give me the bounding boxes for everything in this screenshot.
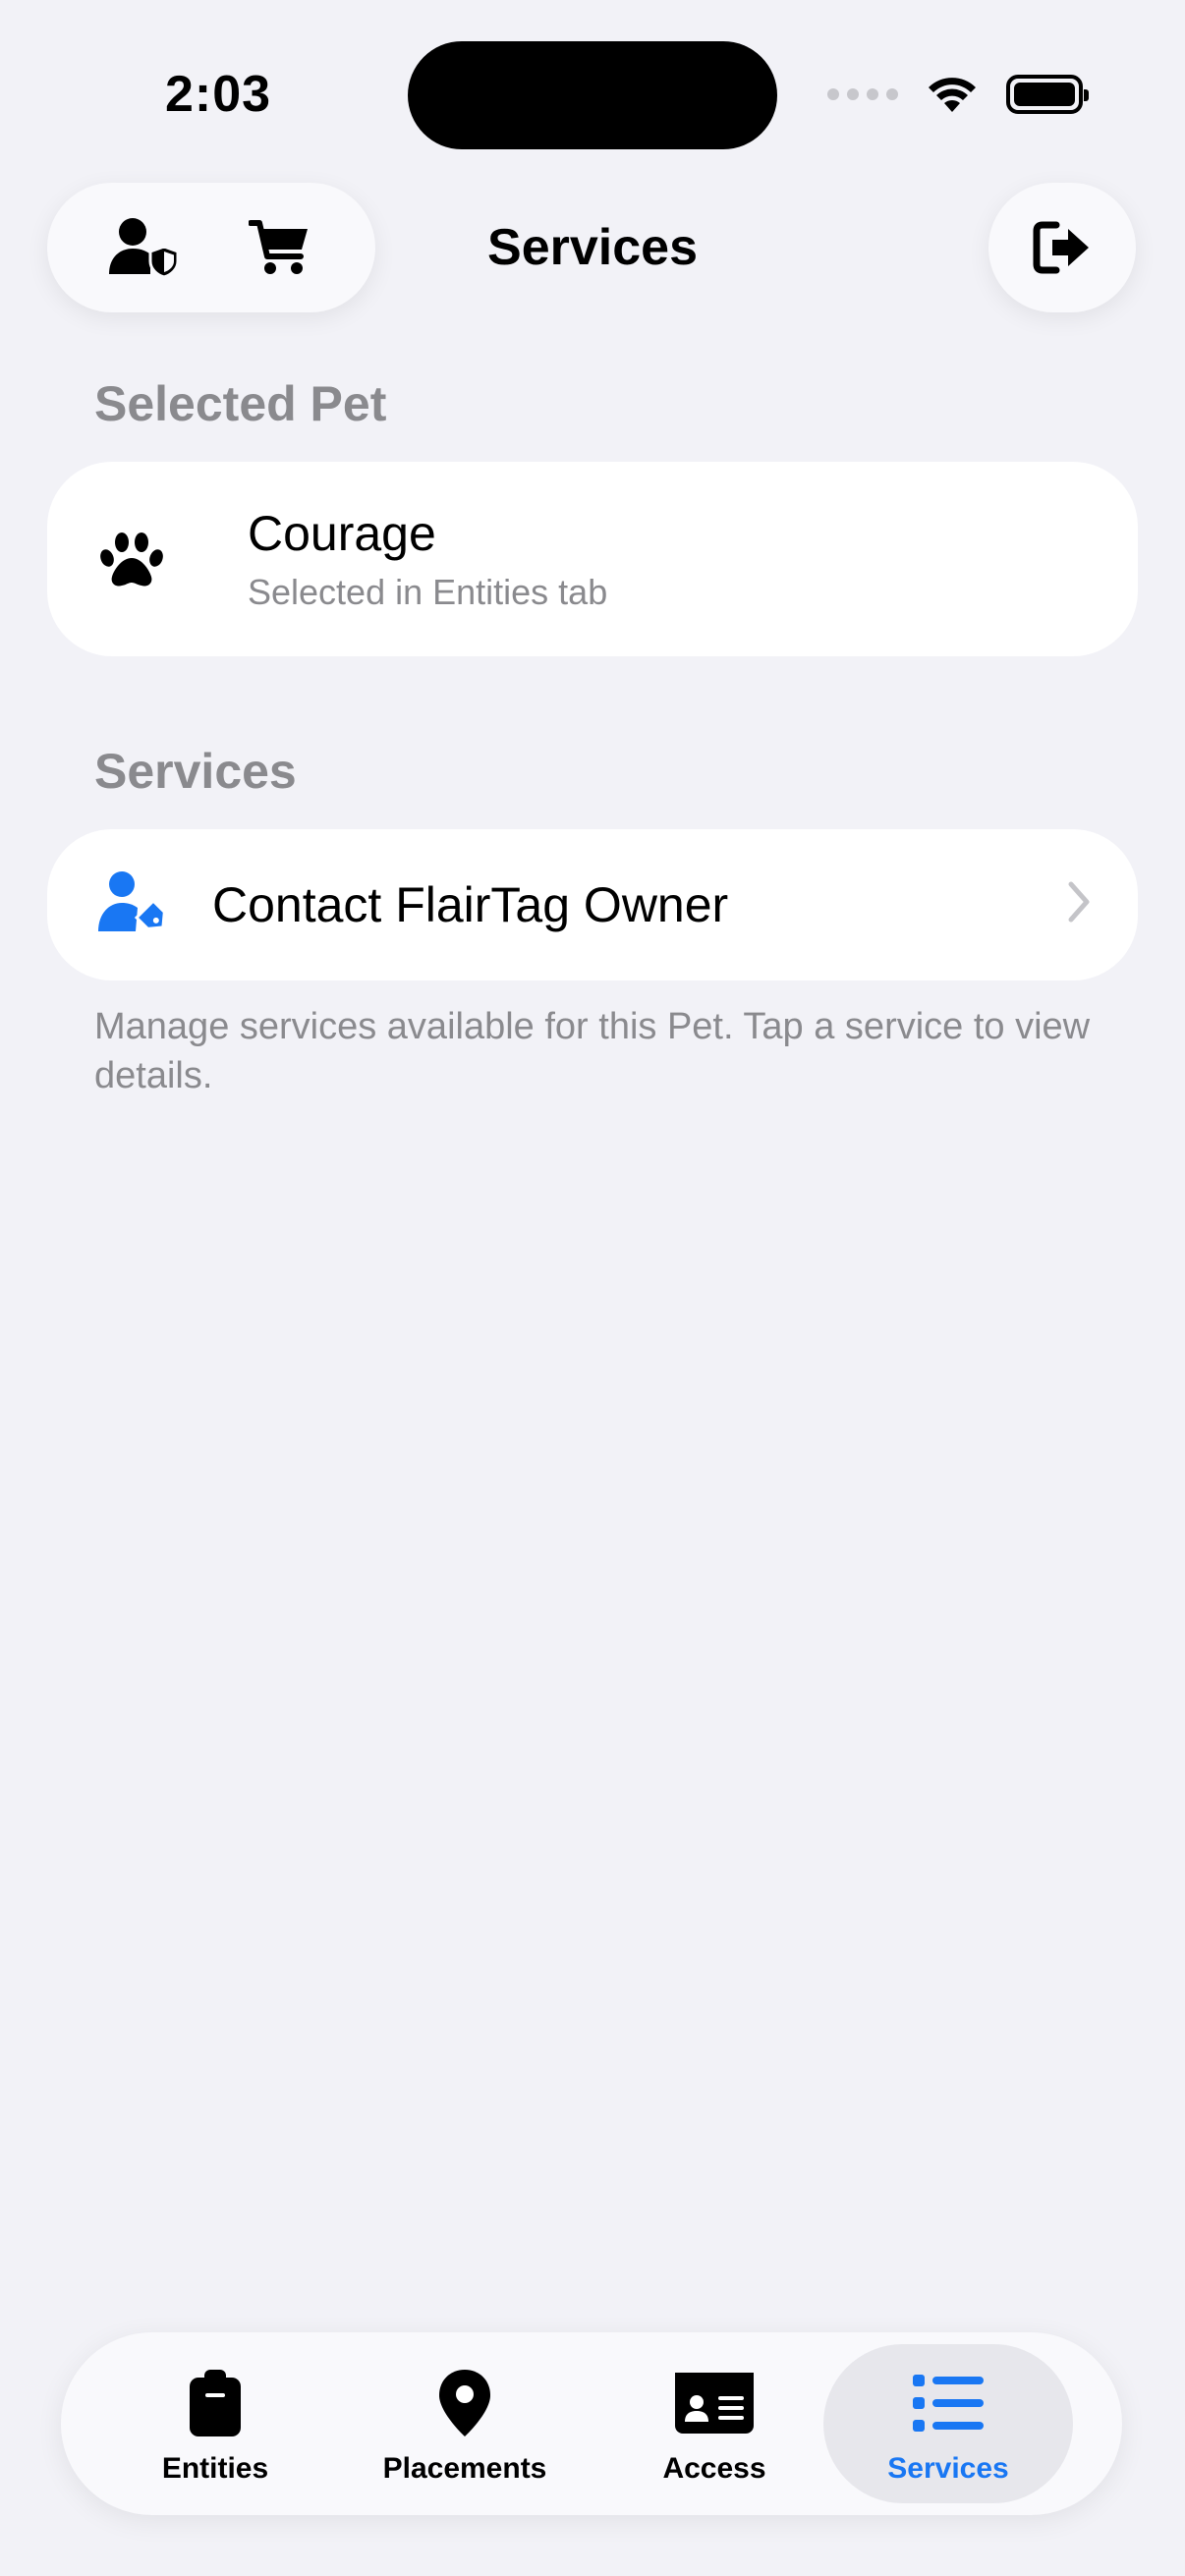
services-screen: 2:03 Services Selected Pet Courage Selec… — [0, 0, 1185, 2576]
person-tag-icon — [98, 871, 166, 931]
cellular-signal-icon — [827, 88, 898, 100]
selected-pet-header: Selected Pet — [94, 376, 387, 431]
tab-bar: Entities Placements Access Services — [61, 2332, 1122, 2515]
dynamic-island — [408, 41, 777, 149]
pet-name: Courage — [248, 506, 436, 561]
status-indicators — [827, 75, 1089, 114]
wifi-icon — [929, 78, 976, 112]
tab-label: Access — [662, 2452, 766, 2485]
tab-label: Placements — [382, 2452, 547, 2485]
services-header: Services — [94, 744, 297, 799]
tab-label: Entities — [161, 2452, 269, 2485]
service-row-contact-owner[interactable]: Contact FlairTag Owner — [47, 829, 1138, 980]
tab-label: Services — [887, 2452, 1009, 2485]
tab-access[interactable]: Access — [590, 2344, 839, 2503]
id-card-icon — [675, 2373, 754, 2434]
status-time: 2:03 — [165, 66, 272, 123]
tab-services[interactable]: Services — [823, 2344, 1073, 2503]
list-icon — [913, 2375, 984, 2432]
services-footer-text: Manage services available for this Pet. … — [94, 1006, 1091, 1096]
clipboard-icon — [190, 2370, 241, 2436]
tab-placements[interactable]: Placements — [340, 2344, 590, 2503]
logout-icon — [1033, 221, 1089, 274]
map-pin-icon — [439, 2370, 490, 2436]
battery-icon — [1006, 75, 1089, 114]
chevron-right-icon — [1068, 881, 1090, 923]
tab-entities[interactable]: Entities — [90, 2344, 340, 2503]
pet-subtitle: Selected in Entities tab — [248, 572, 608, 612]
service-label: Contact FlairTag Owner — [212, 877, 729, 932]
paw-icon — [100, 532, 163, 587]
logout-button[interactable] — [988, 183, 1136, 312]
selected-pet-card: Courage Selected in Entities tab — [47, 462, 1138, 656]
